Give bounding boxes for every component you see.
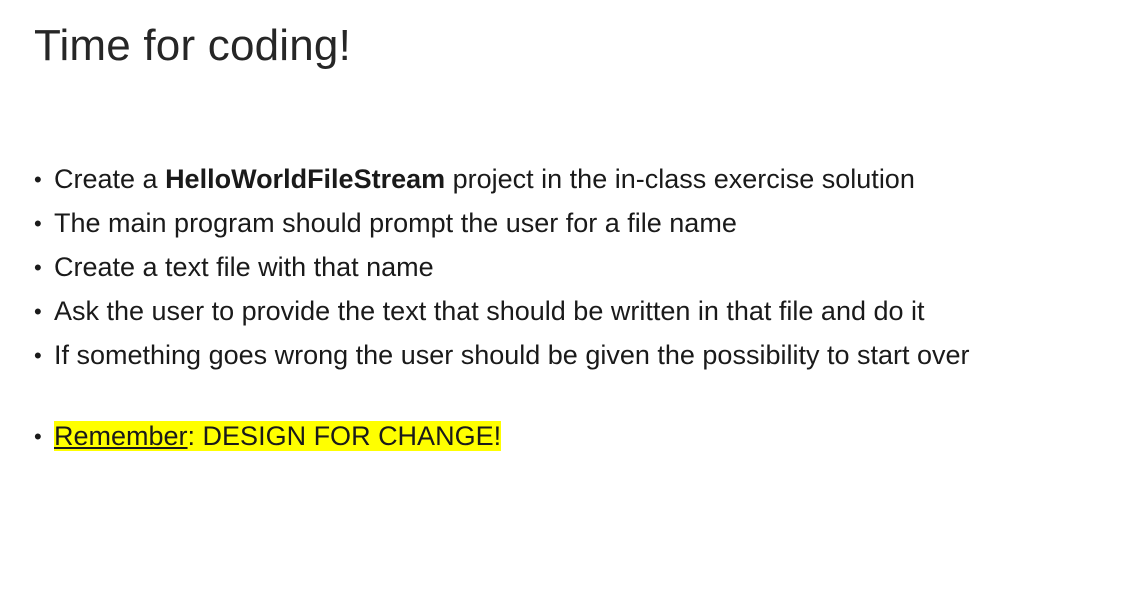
bullet-text-suffix: project in the in-class exercise solutio… <box>445 164 915 194</box>
bullet-dot: • <box>34 211 42 236</box>
bullet-item: • Create a HelloWorldFileStream project … <box>34 164 1119 195</box>
bullet-text-prefix: Create a <box>54 164 166 194</box>
reminder-label: Remember <box>54 421 188 451</box>
bullet-item: • If something goes wrong the user shoul… <box>34 340 1119 371</box>
bullet-text: Ask the user to provide the text that sh… <box>54 296 925 326</box>
bullet-dot: • <box>34 343 42 368</box>
bullet-text: Create a text file with that name <box>54 252 434 282</box>
reminder-text: : DESIGN FOR CHANGE! <box>187 421 502 451</box>
bullet-text: If something goes wrong the user should … <box>54 340 970 370</box>
bullet-dot: • <box>34 167 42 192</box>
bullet-dot: • <box>34 255 42 280</box>
bullet-item: • Create a text file with that name <box>34 252 1119 283</box>
bullet-item: • Ask the user to provide the text that … <box>34 296 1119 327</box>
highlighted-reminder: Remember: DESIGN FOR CHANGE! <box>54 421 502 451</box>
bullet-dot: • <box>34 299 42 324</box>
bullet-text: The main program should prompt the user … <box>54 208 737 238</box>
bullet-dot: • <box>34 424 42 449</box>
slide-title: Time for coding! <box>34 21 352 70</box>
slide: Time for coding! • Create a HelloWorldFi… <box>0 0 1132 613</box>
project-name: HelloWorldFileStream <box>165 164 446 194</box>
bullet-item-reminder: • Remember: DESIGN FOR CHANGE! <box>34 421 1119 452</box>
bullet-item: • The main program should prompt the use… <box>34 208 1119 239</box>
bullet-list: • Create a HelloWorldFileStream project … <box>34 164 1119 465</box>
